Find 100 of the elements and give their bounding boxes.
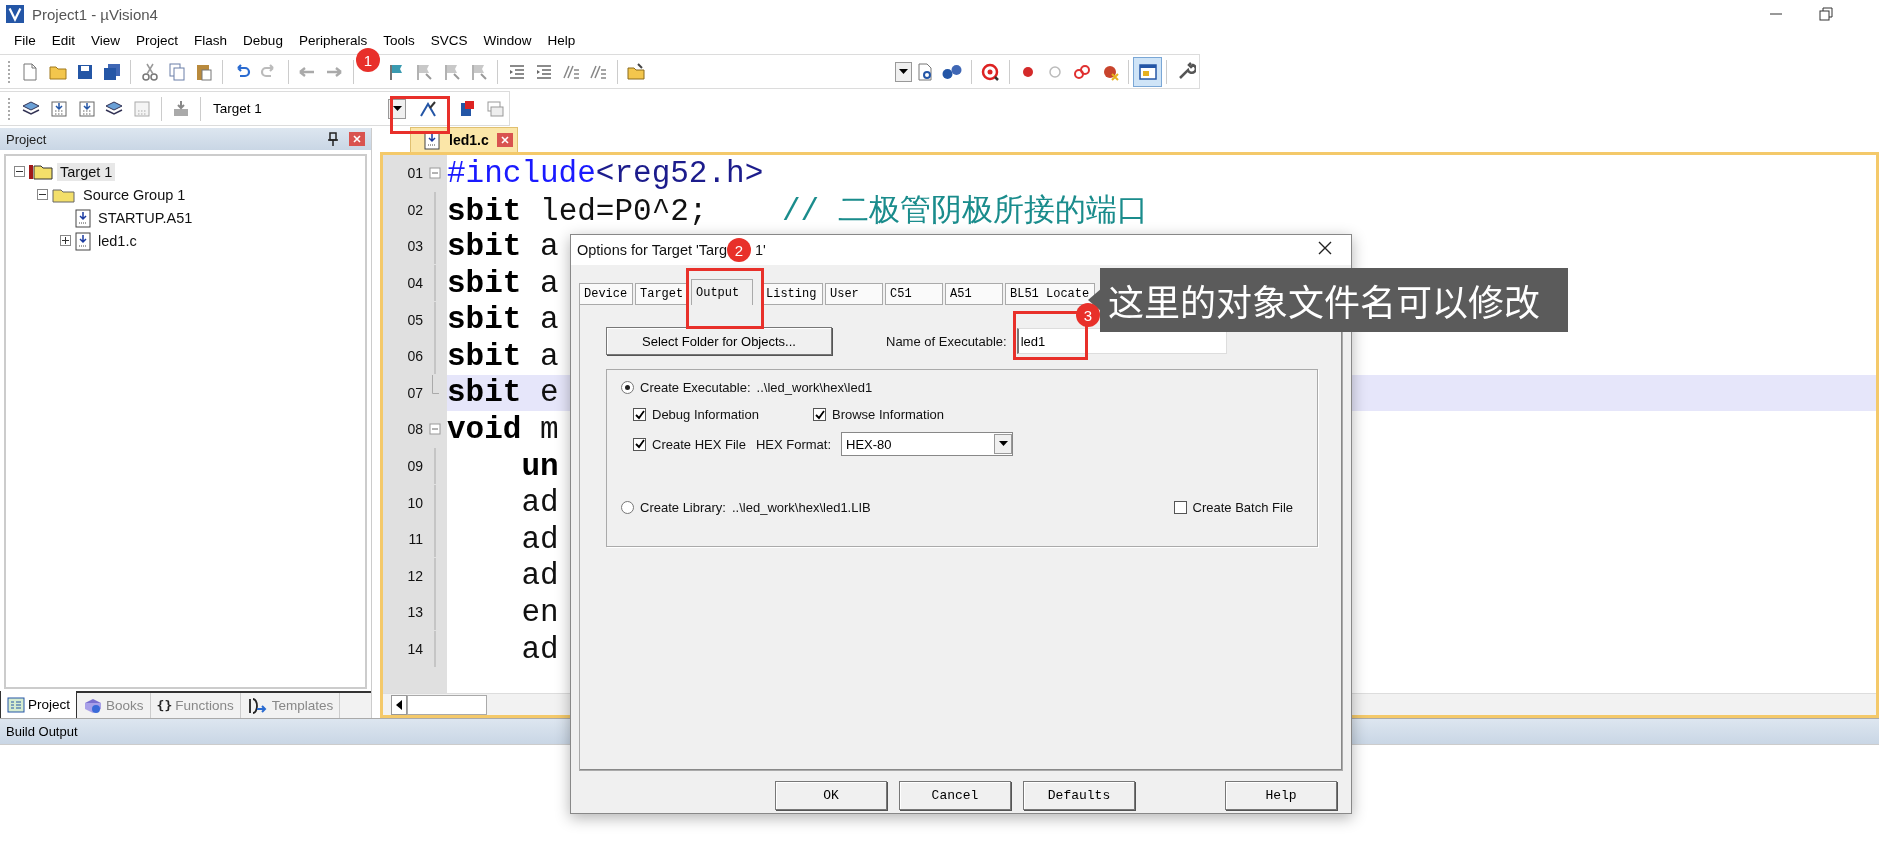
window-icon-glyph [1137, 61, 1158, 82]
menu-item[interactable]: Flash [186, 32, 236, 48]
menu-item[interactable]: Window [475, 32, 540, 48]
close-icon [353, 135, 361, 143]
dialog-button[interactable]: Help [1225, 781, 1337, 810]
tree-item[interactable]: STARTUP.A51 [95, 208, 196, 227]
line-number: 03 [406, 238, 423, 255]
dialog-button[interactable]: OK [775, 781, 887, 810]
menu-item[interactable]: SVCS [422, 32, 476, 48]
code-line: ad [520, 558, 559, 594]
tree-item[interactable]: Source Group 1 [80, 185, 189, 204]
code-line: ad [520, 485, 559, 521]
menu-item[interactable]: Peripherals [290, 32, 376, 48]
copy-icon-glyph [166, 61, 187, 82]
callout-text: 这里的对象文件名可以修改 [1100, 268, 1568, 332]
line-number: 11 [407, 531, 423, 548]
fold-end [431, 374, 439, 394]
radio-button[interactable] [621, 381, 634, 394]
dialog-button[interactable]: Cancel [899, 781, 1011, 810]
braces-icon: {} [156, 698, 173, 713]
window-title: Project1 - µVision4 [32, 5, 158, 23]
menu-item[interactable]: File [6, 32, 44, 48]
dialog-tab[interactable]: A51 [945, 283, 1003, 305]
check-icon [814, 409, 825, 420]
hex-format-select[interactable]: HEX-80 [841, 432, 1014, 456]
code-line: un [520, 448, 559, 484]
collapse-icon[interactable] [37, 189, 48, 200]
menu-item[interactable]: Edit [43, 32, 84, 48]
code-line: sbit e [447, 375, 559, 411]
menu-item[interactable]: Debug [235, 32, 291, 48]
template-icon [246, 697, 269, 714]
line-number: 14 [406, 641, 423, 657]
line-number: 09 [406, 458, 423, 475]
checkbox[interactable] [633, 437, 646, 451]
field-label: HEX Format: [755, 436, 832, 452]
field-label: Name of Executable: [886, 333, 1007, 349]
caret-icon [898, 68, 908, 75]
save-all-icon-glyph [101, 61, 122, 82]
dialog-button[interactable]: Defaults [1023, 781, 1135, 810]
check-icon [634, 409, 645, 420]
line-number: 06 [406, 348, 423, 365]
step-badge: 2 [727, 238, 751, 262]
line-number: 10 [406, 494, 423, 511]
book-icon [83, 696, 104, 715]
option-label: Create HEX File [652, 436, 746, 452]
file-tab-label: led1.c [449, 132, 489, 148]
code-line: sbit a [447, 265, 559, 301]
dialog-tab[interactable]: Device [579, 283, 633, 305]
pin-icon[interactable] [327, 132, 339, 146]
close-icon[interactable] [1317, 240, 1333, 256]
option-label: Create Library: [640, 500, 726, 515]
dialog-tab[interactable]: C51 [885, 283, 943, 305]
close-button[interactable] [349, 132, 365, 146]
panel-title: Build Output [6, 724, 78, 739]
restore-icon[interactable] [1819, 7, 1833, 21]
executable-name-field[interactable]: led1 [1016, 328, 1227, 354]
minus-icon [16, 168, 23, 175]
menu-item[interactable]: Project [128, 32, 187, 48]
line-number: 08 [406, 421, 423, 438]
scroll-thumb[interactable] [407, 694, 487, 715]
minus-icon [39, 191, 46, 198]
window-icon[interactable] [1133, 57, 1162, 86]
menu-item[interactable]: Help [539, 32, 584, 48]
tree-item[interactable]: led1.c [95, 231, 140, 250]
line-number: 13 [406, 604, 423, 621]
menu-item[interactable]: Tools [375, 32, 423, 48]
file-tab[interactable]: led1.c [410, 127, 518, 152]
menu-item[interactable]: View [83, 32, 129, 48]
panel-tab[interactable]: Project [0, 691, 78, 718]
radio-button[interactable] [621, 501, 634, 514]
panel-title: Project [6, 131, 47, 147]
code-line: ad [520, 521, 559, 557]
code-line: sbit a [447, 338, 559, 374]
select-folder-button[interactable]: Select Folder for Objects... [606, 327, 832, 355]
collapse-icon[interactable] [14, 166, 25, 177]
app-logo [6, 5, 24, 23]
dropdown-button[interactable] [895, 61, 912, 82]
path-text: ..\led_work\hex\led1.LIB [732, 500, 871, 515]
dialog-tab[interactable]: Output [691, 279, 753, 305]
dialog-tab[interactable]: User [825, 283, 883, 305]
highlight-frame [390, 96, 450, 134]
checkbox[interactable] [1173, 501, 1187, 514]
close-button[interactable] [496, 133, 513, 147]
line-number: 07 [406, 384, 423, 401]
line-number: 04 [406, 275, 423, 292]
checkbox[interactable] [813, 408, 826, 421]
dialog-tab[interactable]: Listing [761, 283, 823, 305]
dialog-tab[interactable]: BL51 Locate [1005, 283, 1095, 305]
expand-icon[interactable] [60, 235, 71, 246]
folder-icon-glyph [625, 61, 646, 82]
checkbox[interactable] [633, 408, 646, 421]
scroll-left-button[interactable] [391, 694, 407, 715]
left-arrow-icon [396, 699, 402, 710]
line-number: 01 [406, 165, 423, 182]
close-icon [500, 136, 509, 144]
option-label: Create Batch File [1192, 500, 1293, 515]
tree-item[interactable]: Target 1 [57, 162, 116, 181]
option-label: Browse Information [832, 407, 944, 422]
dialog-tab[interactable]: Target [635, 283, 689, 305]
code-line: void m [447, 411, 559, 447]
